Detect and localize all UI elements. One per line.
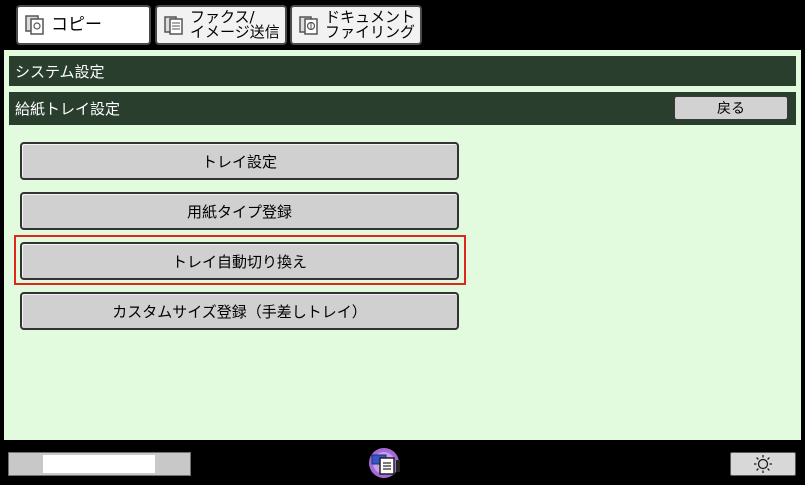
tray-setting-button[interactable]: トレイ設定: [20, 142, 459, 180]
selection-highlight: [14, 235, 466, 285]
paper-type-register-button[interactable]: 用紙タイプ登録: [20, 192, 459, 230]
job-status-icon[interactable]: [366, 446, 402, 480]
brightness-button[interactable]: [730, 452, 796, 476]
tray-settings-bar: 給紙トレイ設定 戻る: [9, 92, 796, 125]
tab-copy[interactable]: コピー: [16, 5, 151, 45]
tab-copy-label: コピー: [51, 14, 102, 35]
tab-doc-label-line2: ファイリング: [325, 23, 416, 41]
status-message-area[interactable]: [8, 452, 191, 476]
main-panel: システム設定 給紙トレイ設定 戻る トレイ設定 用紙タイプ登録 トレイ自動切り換…: [4, 50, 801, 440]
tab-document-filing[interactable]: ドキュメント ファイリング: [290, 5, 422, 45]
copy-icon: [25, 15, 44, 35]
system-settings-title: システム設定: [15, 62, 105, 81]
fax-icon: [164, 16, 183, 35]
status-message-field: [43, 455, 155, 473]
custom-size-register-button[interactable]: カスタムサイズ登録（手差しトレイ）: [20, 292, 459, 330]
brightness-icon: [754, 455, 772, 473]
tab-fax-label-line2: イメージ送信: [190, 23, 280, 41]
page-title: 給紙トレイ設定: [15, 100, 121, 118]
tab-fax-image-send[interactable]: ファクス/ イメージ送信: [155, 5, 287, 45]
document-filing-icon: [299, 16, 318, 35]
back-button[interactable]: 戻る: [674, 96, 788, 120]
system-settings-bar: システム設定: [9, 56, 796, 86]
